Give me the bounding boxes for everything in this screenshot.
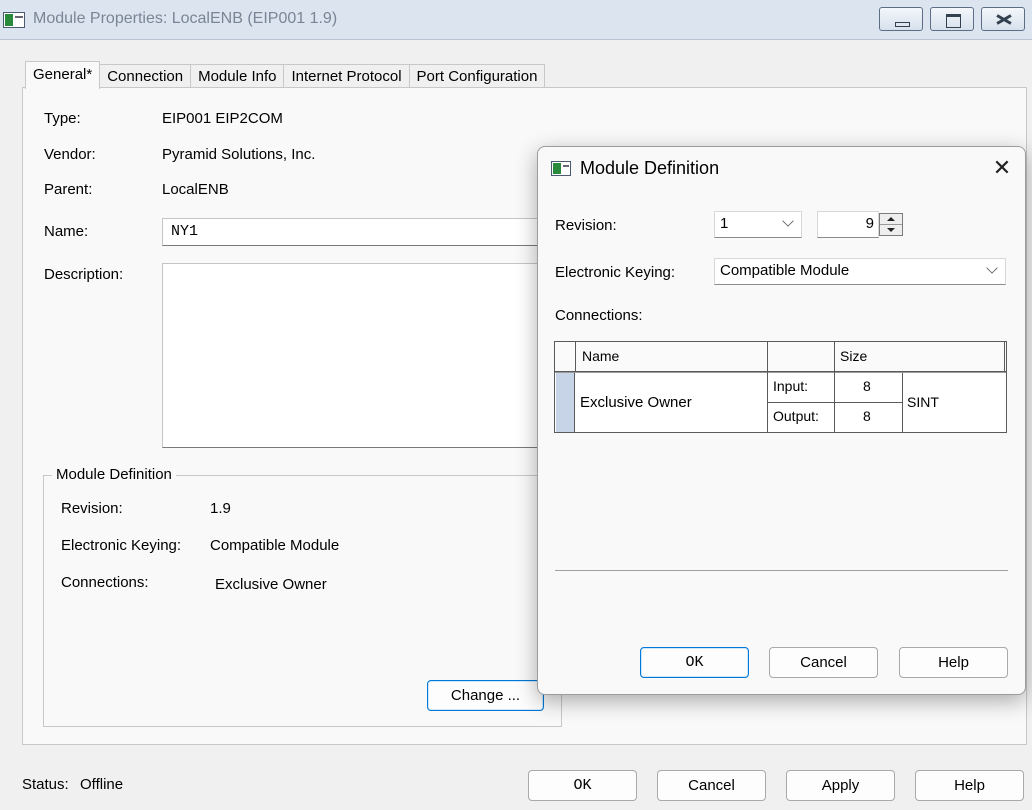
dialog-cancel-button[interactable]: Cancel (769, 647, 878, 678)
table-header-row (555, 342, 1006, 372)
row-divider (767, 402, 902, 403)
tab-general[interactable]: General* (25, 61, 101, 89)
spin-up-icon[interactable] (880, 214, 902, 225)
status-label: Status: (22, 776, 69, 793)
output-size-cell[interactable]: 8 (863, 408, 871, 424)
module-definition-icon (551, 161, 571, 176)
tab-strip: General* Connection Module Info Internet… (25, 61, 546, 90)
vendor-value: Pyramid Solutions, Inc. (162, 146, 316, 163)
connection-name-cell[interactable]: Exclusive Owner (580, 394, 692, 411)
minimize-icon (880, 8, 922, 30)
module-properties-icon (3, 12, 25, 28)
row-selector[interactable] (556, 373, 575, 432)
maximize-button[interactable] (930, 7, 974, 31)
module-definition-group-title: Module Definition (52, 466, 176, 483)
col-header-name: Name (582, 348, 620, 364)
electronic-keying-value: Compatible Module (720, 262, 850, 279)
name-input[interactable]: NY1 (162, 218, 562, 246)
col-header-size: Size (840, 348, 868, 364)
dialog-title: Module Definition (580, 158, 720, 178)
electronic-keying-select[interactable]: Compatible Module (714, 258, 1006, 285)
dialog-connections-label: Connections: (555, 307, 643, 324)
chevron-down-icon (782, 215, 794, 227)
chevron-down-icon (986, 262, 998, 274)
revision-minor-input[interactable]: 9 (817, 211, 879, 238)
group-keying-value: Compatible Module (210, 537, 340, 554)
group-revision-label: Revision: (61, 500, 123, 517)
col-divider (834, 342, 835, 432)
ok-button[interactable]: OK (528, 770, 637, 801)
close-icon: ✕ (992, 155, 1012, 180)
type-value: EIP001 EIP2COM (162, 110, 283, 127)
dialog-revision-label: Revision: (555, 217, 617, 234)
window-title-bar: Module Properties: LocalENB (EIP001 1.9) (0, 0, 1032, 40)
output-label-cell: Output: (773, 408, 819, 424)
minimize-button[interactable] (879, 7, 923, 31)
dialog-help-button[interactable]: Help (899, 647, 1008, 678)
maximize-icon (931, 8, 973, 30)
group-connections-label: Connections: (61, 574, 149, 591)
revision-minor-spinner[interactable] (879, 213, 903, 236)
col-divider (902, 373, 903, 432)
dialog-close-button[interactable]: ✕ (986, 153, 1018, 185)
parent-value: LocalENB (162, 181, 229, 198)
dialog-keying-label: Electronic Keying: (555, 264, 676, 281)
help-button[interactable]: Help (915, 770, 1024, 801)
close-button[interactable] (981, 7, 1025, 31)
close-icon (982, 8, 1024, 30)
vendor-label: Vendor: (44, 146, 96, 163)
description-textarea[interactable] (162, 263, 562, 448)
type-label: Type: (44, 110, 81, 127)
header-divider-shadow (555, 372, 1006, 373)
cancel-button[interactable]: Cancel (657, 770, 766, 801)
spin-down-icon[interactable] (880, 225, 902, 236)
revision-major-value: 1 (720, 215, 729, 232)
name-label: Name: (44, 223, 89, 240)
input-size-cell[interactable]: 8 (863, 378, 871, 394)
dialog-ok-button[interactable]: OK (640, 647, 749, 678)
size-type-cell: SINT (907, 394, 939, 410)
group-revision-value: 1.9 (210, 500, 231, 517)
change-button[interactable]: Change ... (427, 680, 544, 711)
input-label-cell: Input: (773, 378, 809, 394)
parent-label: Parent: (44, 181, 93, 198)
col-divider (767, 342, 768, 432)
group-connections-value: Exclusive Owner (215, 576, 327, 593)
window-title: Module Properties: LocalENB (EIP001 1.9) (33, 10, 338, 27)
col-divider (1004, 342, 1005, 372)
col-divider (575, 342, 576, 372)
status-value: Offline (80, 776, 124, 793)
apply-button[interactable]: Apply (786, 770, 895, 801)
revision-major-select[interactable]: 1 (714, 211, 802, 238)
dialog-separator (555, 570, 1008, 571)
group-keying-label: Electronic Keying: (61, 537, 182, 554)
module-definition-dialog: Module Definition ✕ Revision: 1 9 Electr… (537, 146, 1026, 695)
connections-table: Name Size Exclusive Owner Input: 8 Outpu… (554, 341, 1007, 433)
description-label: Description: (44, 266, 124, 283)
